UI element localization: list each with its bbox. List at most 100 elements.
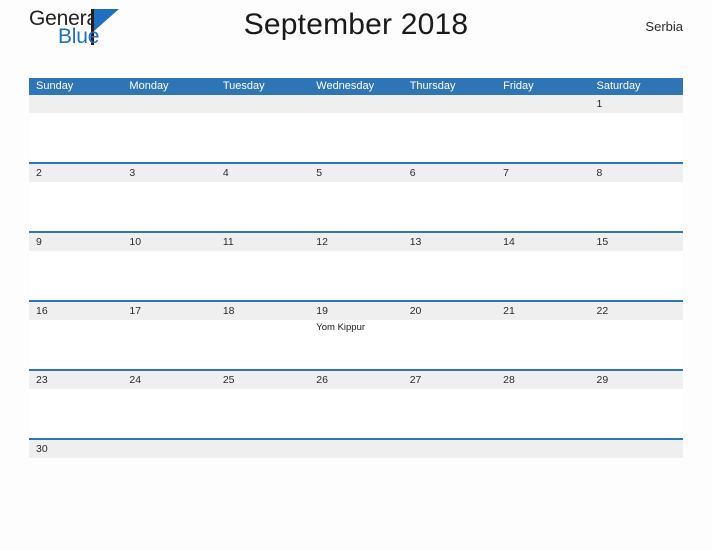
calendar-day-cell[interactable]: 25 [215, 371, 310, 438]
calendar-day-cell[interactable]: 23 [29, 371, 123, 438]
calendar-day-cell[interactable]: 16 [29, 302, 123, 369]
calendar-week-cells: 30 [29, 440, 683, 458]
calendar-page: General Blue September 2018 Serbia Sunda… [0, 0, 712, 550]
calendar-day-cell[interactable]: 13 [402, 233, 497, 300]
calendar-day-cell[interactable]: 7 [496, 164, 590, 231]
calendar-day-number: 12 [309, 233, 403, 251]
calendar-day-number: 21 [496, 302, 590, 320]
calendar-day-cell[interactable]: 2 [29, 164, 123, 231]
calendar-day-cell[interactable]: 15 [589, 233, 683, 300]
calendar-day-number: 19 [309, 302, 403, 320]
calendar-day-number: 7 [496, 164, 590, 182]
calendar-day-cell[interactable]: 26 [309, 371, 403, 438]
calendar-day-cell[interactable]: 11 [215, 233, 310, 300]
calendar-day-number [309, 440, 403, 458]
calendar-day-number: 11 [215, 233, 310, 251]
day-of-week-header-row: Sunday Monday Tuesday Wednesday Thursday… [29, 78, 683, 95]
calendar-day-cell[interactable]: 29 [589, 371, 683, 438]
page-header: General Blue September 2018 Serbia [29, 0, 683, 52]
calendar-day-number [309, 95, 403, 113]
calendar-day-cell[interactable]: 18 [215, 302, 310, 369]
calendar-day-number [29, 95, 123, 113]
weeks-container: 1 2 3 4 5 6 7 8 9 10 11 12 13 14 15 16 17 18 19 Yom Kippur 2… [29, 95, 683, 458]
calendar-day-number [215, 95, 310, 113]
calendar-week-row: 30 [29, 438, 683, 458]
calendar-day-cell[interactable]: 1 [589, 95, 683, 162]
calendar-day-number: 16 [29, 302, 123, 320]
day-header-monday: Monday [129, 80, 169, 92]
calendar-day-cell[interactable]: 27 [402, 371, 497, 438]
calendar-week-row: 1 [29, 95, 683, 162]
day-header-wednesday: Wednesday [316, 80, 375, 92]
calendar-day-number: 27 [402, 371, 497, 389]
month-calendar: Sunday Monday Tuesday Wednesday Thursday… [29, 78, 683, 458]
calendar-day-cell[interactable]: 20 [402, 302, 497, 369]
calendar-day-number: 30 [29, 440, 123, 458]
calendar-day-cell-empty [496, 440, 590, 458]
calendar-day-number: 8 [589, 164, 683, 182]
calendar-day-number [215, 440, 310, 458]
calendar-day-number: 22 [589, 302, 683, 320]
calendar-day-number: 1 [589, 95, 683, 113]
calendar-day-number: 3 [122, 164, 216, 182]
day-header-sunday: Sunday [36, 80, 74, 92]
calendar-week-row: 9 10 11 12 13 14 15 [29, 231, 683, 300]
calendar-day-cell-empty [122, 440, 216, 458]
day-header-tuesday: Tuesday [222, 80, 265, 92]
calendar-day-cell-empty [402, 95, 497, 162]
calendar-day-number: 13 [402, 233, 497, 251]
calendar-day-cell[interactable]: 28 [496, 371, 590, 438]
calendar-day-number [402, 95, 497, 113]
calendar-day-number: 24 [122, 371, 216, 389]
calendar-day-number: 15 [589, 233, 683, 251]
calendar-day-cell-empty [215, 95, 310, 162]
calendar-day-number [122, 440, 216, 458]
calendar-day-cell[interactable]: 9 [29, 233, 123, 300]
calendar-day-cell[interactable]: 30 [29, 440, 123, 458]
calendar-day-cell[interactable]: 8 [589, 164, 683, 231]
calendar-day-cell[interactable]: 19 Yom Kippur [309, 302, 403, 369]
calendar-day-cell-empty [29, 95, 123, 162]
day-header-thursday: Thursday [409, 80, 456, 92]
calendar-week-cells: 2345678 [29, 164, 683, 231]
calendar-week-row: 2345678 [29, 162, 683, 231]
calendar-event-label: Yom Kippur [316, 322, 366, 333]
calendar-day-number: 5 [309, 164, 403, 182]
calendar-day-cell[interactable]: 21 [496, 302, 590, 369]
calendar-day-number: 4 [215, 164, 310, 182]
calendar-day-cell-empty [309, 440, 403, 458]
calendar-day-cell-empty [496, 95, 590, 162]
calendar-day-cell[interactable]: 4 [215, 164, 310, 231]
calendar-week-cells: 23 24 25 26 27 28 29 [29, 371, 683, 438]
calendar-day-cell[interactable]: 5 [309, 164, 403, 231]
calendar-day-cell[interactable]: 3 [122, 164, 216, 231]
calendar-day-cell[interactable]: 12 [309, 233, 403, 300]
calendar-day-cell-empty [589, 440, 683, 458]
day-header-saturday: Saturday [596, 80, 641, 92]
calendar-day-cell[interactable]: 22 [589, 302, 683, 369]
calendar-day-number: 6 [402, 164, 497, 182]
calendar-day-number: 2 [29, 164, 123, 182]
calendar-day-cell[interactable]: 6 [402, 164, 497, 231]
country-label: Serbia [645, 19, 683, 34]
calendar-day-cell[interactable]: 17 [122, 302, 216, 369]
calendar-day-number: 17 [122, 302, 216, 320]
calendar-day-cell[interactable]: 24 [122, 371, 216, 438]
day-header-friday: Friday [503, 80, 534, 92]
calendar-day-number: 14 [496, 233, 590, 251]
calendar-day-number: 23 [29, 371, 123, 389]
calendar-day-cell-empty [402, 440, 497, 458]
calendar-day-number: 18 [215, 302, 310, 320]
calendar-day-cell-empty [122, 95, 216, 162]
calendar-week-cells: 16 17 18 19 Yom Kippur 20 21 22 [29, 302, 683, 369]
calendar-day-number: 20 [402, 302, 497, 320]
calendar-day-number [402, 440, 497, 458]
calendar-day-cell[interactable]: 10 [122, 233, 216, 300]
calendar-week-cells: 9 10 11 12 13 14 15 [29, 233, 683, 300]
calendar-day-number: 9 [29, 233, 123, 251]
calendar-day-cell[interactable]: 14 [496, 233, 590, 300]
calendar-day-number: 25 [215, 371, 310, 389]
calendar-day-number [589, 440, 683, 458]
calendar-day-number [496, 95, 590, 113]
calendar-day-number [122, 95, 216, 113]
